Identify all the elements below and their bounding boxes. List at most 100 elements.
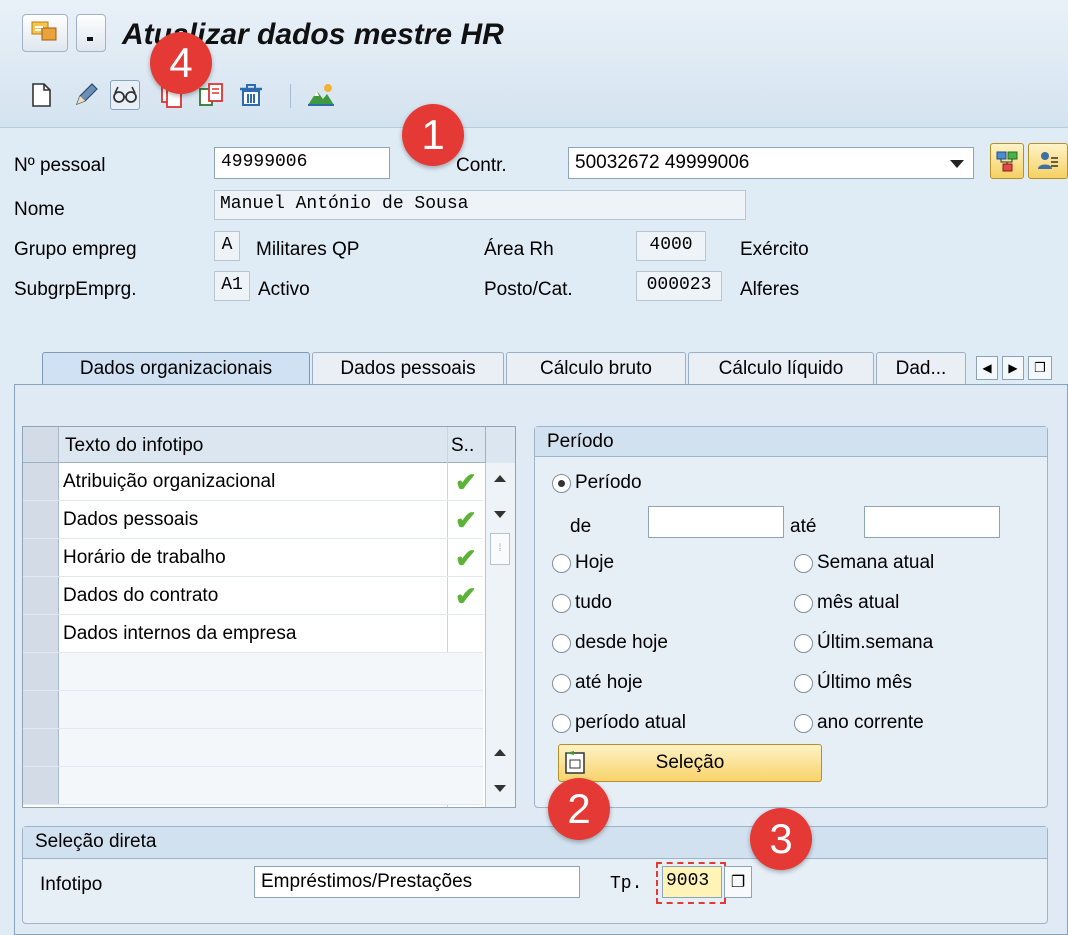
- radio-option-left[interactable]: Hoje: [552, 552, 614, 574]
- selection-button[interactable]: Seleção: [558, 744, 822, 782]
- scroll-down-icon[interactable]: [494, 511, 506, 518]
- infotype-text-cell[interactable]: Dados do contrato: [63, 585, 218, 607]
- hr-area-label: Área Rh: [484, 239, 554, 260]
- radio-dot[interactable]: [552, 633, 571, 653]
- status-check-icon: ✔: [455, 543, 477, 573]
- radio-period[interactable]: Período: [552, 472, 642, 494]
- radio-period-dot[interactable]: [552, 473, 571, 493]
- radio-dot[interactable]: [794, 673, 813, 693]
- column-header-text[interactable]: Texto do infotipo: [65, 435, 203, 457]
- row-selector[interactable]: [23, 653, 59, 690]
- contract-label: Contr.: [456, 155, 507, 176]
- radio-label: período atual: [575, 712, 686, 733]
- employee-subgroup-code: A1: [214, 271, 250, 301]
- employee-group-code: A: [214, 231, 240, 261]
- delete-icon[interactable]: [236, 80, 266, 110]
- page-down-icon[interactable]: [494, 785, 506, 792]
- radio-dot[interactable]: [794, 553, 813, 573]
- chevron-down-icon[interactable]: [950, 160, 964, 168]
- annotation-3: 3: [750, 808, 812, 870]
- scroll-thumb[interactable]: ⁞: [490, 533, 510, 565]
- table-scrollbar[interactable]: ⁞: [485, 463, 515, 807]
- radio-option-left[interactable]: desde hoje: [552, 632, 668, 654]
- table-row[interactable]: [23, 729, 483, 767]
- radio-option-right[interactable]: Último mês: [794, 672, 912, 694]
- radio-option-left[interactable]: período atual: [552, 712, 686, 734]
- infotype-text-cell[interactable]: Dados internos da empresa: [63, 623, 296, 645]
- system-menu-button[interactable]: [22, 14, 68, 52]
- table-row[interactable]: Dados internos da empresa: [23, 615, 483, 653]
- table-row[interactable]: [23, 653, 483, 691]
- row-selector[interactable]: [23, 767, 59, 804]
- row-selector[interactable]: [23, 577, 59, 614]
- org-structure-button[interactable]: [990, 143, 1024, 179]
- tab-more[interactable]: Dad...: [876, 352, 966, 384]
- page-up-icon[interactable]: [494, 749, 506, 756]
- radio-option-left[interactable]: tudo: [552, 592, 612, 614]
- infotype-text-cell[interactable]: Dados pessoais: [63, 509, 198, 531]
- infotype-text-cell[interactable]: Horário de trabalho: [63, 547, 226, 569]
- row-selector[interactable]: [23, 691, 59, 728]
- employee-group-label: Grupo empreg: [14, 239, 137, 260]
- personnel-number-input[interactable]: 49999006: [214, 147, 390, 179]
- radio-option-right[interactable]: Últim.semana: [794, 632, 933, 654]
- infotype-label: Infotipo: [40, 874, 103, 895]
- infotype-input[interactable]: Empréstimos/Prestações: [254, 866, 580, 898]
- table-row[interactable]: Dados pessoais ✔: [23, 501, 483, 539]
- tab-calculo-liquido[interactable]: Cálculo líquido: [688, 352, 874, 384]
- radio-option-left[interactable]: até hoje: [552, 672, 643, 694]
- row-selector[interactable]: [23, 729, 59, 766]
- person-details-button[interactable]: [1028, 143, 1068, 179]
- radio-dot[interactable]: [794, 713, 813, 733]
- select-all-cell[interactable]: [23, 427, 59, 463]
- radio-option-right[interactable]: Semana atual: [794, 552, 934, 574]
- table-row[interactable]: [23, 767, 483, 805]
- tab-dados-organizacionais[interactable]: Dados organizacionais: [42, 352, 310, 384]
- tab-scroll-right-icon[interactable]: ▶: [1002, 356, 1024, 380]
- table-settings-cell[interactable]: [485, 427, 515, 463]
- row-selector[interactable]: [23, 615, 59, 652]
- dropdown-menu-button[interactable]: [76, 14, 106, 52]
- display-icon[interactable]: [110, 80, 140, 110]
- table-row[interactable]: Dados do contrato ✔: [23, 577, 483, 615]
- create-icon[interactable]: [26, 80, 56, 110]
- infotype-number-input[interactable]: 9003: [662, 866, 722, 898]
- employee-group-text: Militares QP: [256, 239, 360, 260]
- radio-dot[interactable]: [552, 553, 571, 573]
- radio-dot[interactable]: [794, 633, 813, 653]
- post-category-label: Posto/Cat.: [484, 279, 573, 300]
- table-row[interactable]: Atribuição organizacional ✔: [23, 463, 483, 501]
- tab-dados-pessoais[interactable]: Dados pessoais: [312, 352, 504, 384]
- tab-scroll-left-icon[interactable]: ◀: [976, 356, 998, 380]
- radio-option-right[interactable]: ano corrente: [794, 712, 924, 734]
- table-row[interactable]: Horário de trabalho ✔: [23, 539, 483, 577]
- tab-list-icon[interactable]: ❐: [1028, 356, 1052, 380]
- contract-select[interactable]: 50032672 49999006: [568, 147, 974, 179]
- status-check-icon: ✔: [455, 581, 477, 611]
- from-date-input[interactable]: [648, 506, 784, 538]
- radio-label: Último mês: [817, 672, 913, 693]
- hr-area-code: 4000: [636, 231, 706, 261]
- row-selector[interactable]: [23, 463, 59, 500]
- radio-dot[interactable]: [794, 593, 813, 613]
- scroll-up-icon[interactable]: [494, 475, 506, 482]
- hr-area-text: Exército: [740, 239, 809, 260]
- row-selector[interactable]: [23, 539, 59, 576]
- post-category-code: 000023: [636, 271, 722, 301]
- to-date-input[interactable]: [864, 506, 1000, 538]
- row-selector[interactable]: [23, 501, 59, 538]
- radio-dot[interactable]: [552, 593, 571, 613]
- annotation-1: 1: [402, 104, 464, 166]
- overview-icon[interactable]: [306, 80, 336, 110]
- table-row[interactable]: [23, 691, 483, 729]
- change-icon[interactable]: [70, 80, 100, 110]
- tab-calculo-bruto[interactable]: Cálculo bruto: [506, 352, 686, 384]
- infotype-text-cell[interactable]: Atribuição organizacional: [63, 471, 275, 493]
- radio-option-right[interactable]: mês atual: [794, 592, 899, 614]
- column-header-status[interactable]: S..: [451, 435, 474, 457]
- radio-dot[interactable]: [552, 673, 571, 693]
- radio-dot[interactable]: [552, 713, 571, 733]
- value-help-icon[interactable]: ❐: [724, 866, 752, 898]
- type-label: Tp.: [610, 874, 643, 894]
- radio-label: tudo: [575, 592, 612, 613]
